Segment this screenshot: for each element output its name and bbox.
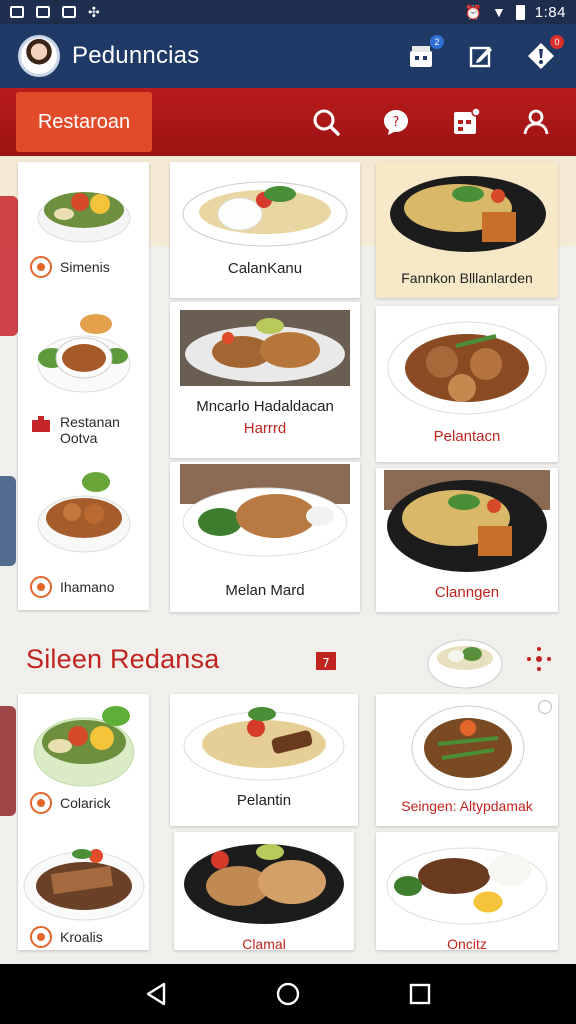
- restaurant-icon: [32, 416, 50, 432]
- food-card-title: Fannkon Blllanlarden: [401, 270, 533, 286]
- chicken-plate-image: [180, 464, 350, 557]
- cart-button[interactable]: 2: [404, 35, 444, 73]
- recents-icon: [409, 983, 431, 1005]
- home-icon: [276, 982, 300, 1006]
- food-card[interactable]: Seingen: Altypdamak: [376, 694, 558, 826]
- category-icon: [30, 576, 52, 598]
- left-edge-tab: [0, 476, 16, 566]
- spaghetti-plate-image: [183, 707, 345, 781]
- food-card-title: Melan Mard: [225, 582, 305, 599]
- food-card-title: Pelantin: [236, 792, 292, 809]
- back-button[interactable]: [141, 979, 171, 1009]
- food-card-subtitle: Harrrd: [243, 420, 287, 437]
- food-card[interactable]: Clamal: [174, 832, 354, 950]
- fried-snack-bowl-image: [37, 472, 131, 553]
- search-icon: [313, 109, 340, 136]
- food-card[interactable]: Pelantin: [170, 694, 358, 826]
- svg-text:?: ?: [393, 115, 400, 130]
- grilled-meat-plate-image: [23, 849, 145, 921]
- food-card-title: Oncitz: [447, 936, 487, 950]
- app-notification-icon: [36, 6, 50, 18]
- noodle-plate-image: [182, 181, 348, 247]
- food-card-title: Mncarlo Hadaldacan: [196, 398, 334, 415]
- content-area[interactable]: Simenis Restanan Ootva Ihamano CalanKanu…: [0, 156, 576, 964]
- category-icon: [30, 256, 52, 278]
- recents-button[interactable]: [405, 979, 435, 1009]
- noodle-bowl-image: [411, 705, 525, 791]
- food-card[interactable]: Melan Mard: [170, 462, 360, 612]
- food-card-title: CalanKanu: [227, 260, 303, 277]
- more-notifications-icon: ✣: [88, 3, 100, 20]
- app-bar: Pedunncias 2 0: [0, 24, 576, 88]
- svg-text:7: 7: [322, 656, 330, 670]
- calendar-button[interactable]: [450, 106, 482, 138]
- clock: 1:84: [534, 3, 566, 21]
- food-card-title: Pelantacn: [433, 428, 501, 445]
- food-card-title: Seingen: Altypdamak: [401, 798, 533, 814]
- food-card[interactable]: Fannkon Blllanlarden: [376, 162, 558, 298]
- rice-egg-plate-image: [386, 847, 548, 925]
- chat-button[interactable]: ?: [380, 106, 412, 138]
- side-item-label: Restanan Ootva: [60, 414, 120, 446]
- salad-bowl-image: [33, 706, 135, 787]
- food-card-title: Clanngen: [434, 584, 500, 601]
- edit-button[interactable]: [464, 39, 498, 73]
- tab-restaurant[interactable]: Restaroan: [16, 92, 152, 152]
- alarm-icon: ⏰: [464, 3, 482, 20]
- food-card-title: Clamal: [242, 936, 286, 950]
- bowl-image: [427, 639, 503, 689]
- food-card[interactable]: Pelantacn: [376, 306, 558, 462]
- photo-notification-icon: [10, 6, 24, 18]
- side-item[interactable]: Colarick: [18, 694, 149, 844]
- grilled-chicken-plate-image: [184, 844, 344, 924]
- status-bar: ✣ ⏰ ▼ 1:84: [0, 0, 576, 24]
- meat-plate-image: [180, 310, 350, 386]
- search-button[interactable]: [310, 106, 342, 138]
- wifi-icon: ▼: [491, 4, 506, 20]
- braised-meat-plate-image: [387, 321, 547, 415]
- side-category-column: Colarick Kroalis: [18, 694, 149, 950]
- system-nav-bar: [0, 964, 576, 1024]
- food-card[interactable]: Oncitz: [376, 832, 558, 950]
- gallery-notification-icon: [62, 6, 76, 18]
- side-item[interactable]: Kroalis: [18, 834, 149, 950]
- edit-icon: [469, 46, 492, 68]
- side-category-column: Simenis Restanan Ootva Ihamano: [18, 162, 149, 610]
- side-item-label: Kroalis: [60, 929, 103, 945]
- side-item-label: Colarick: [60, 795, 111, 811]
- side-item[interactable]: Simenis: [18, 162, 149, 312]
- profile-button[interactable]: [520, 106, 552, 138]
- category-icon: [30, 792, 52, 814]
- favorite-icon[interactable]: [538, 700, 552, 714]
- avatar[interactable]: [18, 35, 60, 77]
- noodle-tofu-plate-image: [390, 176, 546, 252]
- category-icon: [30, 926, 52, 948]
- calendar-icon: [454, 107, 481, 134]
- food-card[interactable]: Clanngen: [376, 468, 558, 612]
- alerts-button[interactable]: 0: [524, 35, 564, 73]
- home-button[interactable]: [273, 979, 303, 1009]
- side-item-label: Simenis: [60, 259, 110, 275]
- battery-icon: [515, 4, 525, 20]
- side-item[interactable]: Ihamano: [18, 458, 149, 608]
- app-title: Pedunncias: [72, 42, 200, 69]
- cart-badge: 2: [430, 35, 444, 49]
- side-item-label: Ihamano: [60, 579, 115, 595]
- left-edge-tab: [0, 196, 18, 336]
- salad-bowl-image: [37, 192, 131, 243]
- user-icon: [523, 109, 549, 135]
- side-item[interactable]: Restanan Ootva: [18, 304, 149, 454]
- calendar-icon[interactable]: 7: [314, 648, 338, 672]
- food-card[interactable]: Mncarlo Hadaldacan Harrrd: [170, 302, 360, 458]
- back-icon: [146, 982, 166, 1006]
- curry-plate-image: [37, 314, 131, 393]
- alerts-badge: 0: [550, 35, 564, 49]
- category-toolbar: Restaroan ?: [0, 88, 576, 156]
- section-title: Sileen Redansa: [26, 644, 220, 674]
- chat-icon: ?: [384, 110, 408, 135]
- more-options-icon[interactable]: [526, 646, 552, 672]
- food-card[interactable]: CalanKanu: [170, 162, 360, 298]
- noodle-tofu-plate-image: [384, 470, 550, 572]
- left-edge-tab: [0, 706, 16, 816]
